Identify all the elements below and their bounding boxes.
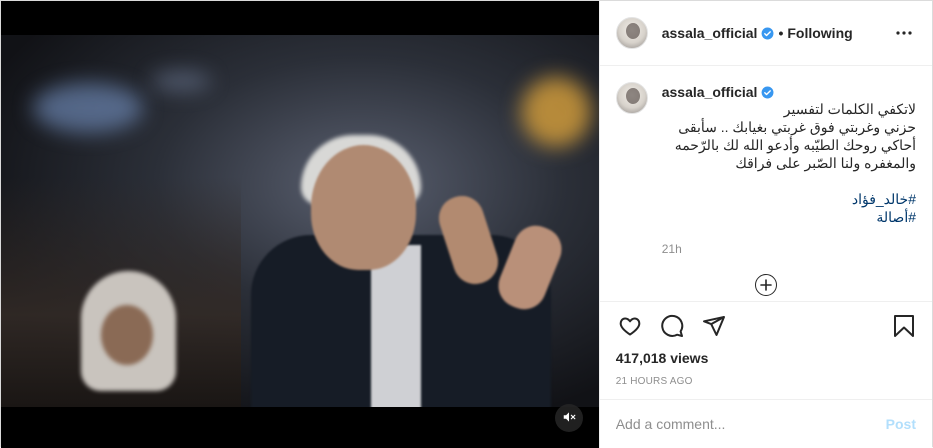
hashtag-link[interactable]: #خالد_فؤاد [662,190,916,208]
comments-section: assala_official لاتكفي الكلمات لتفسير حز… [600,66,932,301]
comment-input[interactable] [615,416,886,432]
post-header: assala_official • Following [599,1,932,66]
load-more-comments [616,274,916,296]
stage-light [33,83,143,133]
muted-speaker-icon [562,410,576,427]
load-more-comments-icon[interactable] [754,274,777,296]
bookmark-icon[interactable] [890,312,918,340]
share-icon[interactable] [700,312,728,340]
caption-text: لاتكفي الكلمات لتفسير حزني وغربتي فوق غر… [674,101,916,171]
caption: assala_official لاتكفي الكلمات لتفسير حز… [615,82,916,256]
stage-light [151,71,211,91]
avatar[interactable] [615,17,648,49]
audience-face [101,305,153,365]
caption-body: assala_official لاتكفي الكلمات لتفسير حز… [662,82,916,256]
post-timestamp[interactable]: 21 HOURS AGO [616,376,916,387]
video-player[interactable] [1,35,599,407]
view-count[interactable]: 417,018 views [616,350,916,366]
hashtag-link[interactable]: #أصالة [662,208,916,226]
post-side-panel: assala_official • Following assala_offic… [598,1,932,448]
man-shirt [371,245,421,407]
verified-badge-icon [761,27,774,40]
mute-toggle-button[interactable] [554,404,583,432]
separator-dot: • [778,25,784,41]
post-comment-button[interactable]: Post [886,416,916,432]
stage-light [521,77,591,147]
instagram-post-modal: assala_official • Following assala_offic… [0,0,933,448]
man-face [311,145,416,270]
hashtag-list: #خالد_فؤاد #أصالة [662,190,916,226]
action-bar [616,302,916,346]
caption-username[interactable]: assala_official [662,84,758,100]
post-media[interactable] [1,1,599,448]
add-comment-form: Post [599,399,932,448]
avatar[interactable] [615,82,648,114]
post-actions-section: 417,018 views 21 HOURS AGO [599,301,932,399]
comment-icon[interactable] [658,312,686,340]
following-button[interactable]: Following [787,25,852,41]
verified-badge-icon [761,86,774,99]
heart-icon[interactable] [616,312,644,340]
header-username[interactable]: assala_official [662,25,758,41]
caption-timestamp[interactable]: 21h [662,242,916,256]
more-options-icon[interactable] [892,21,916,45]
